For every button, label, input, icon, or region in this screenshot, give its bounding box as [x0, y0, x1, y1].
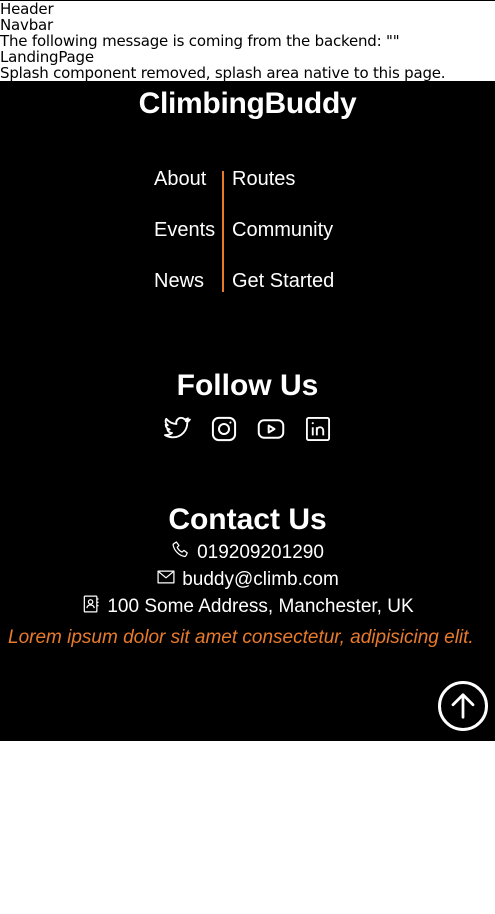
youtube-icon[interactable] — [257, 415, 285, 443]
street-address: 100 Some Address, Manchester, UK — [107, 596, 414, 617]
nav-link-about[interactable]: About — [154, 168, 206, 191]
navbar-placeholder: Navbar — [0, 16, 53, 34]
back-to-top-button[interactable] — [438, 681, 488, 731]
footer-tagline: Lorem ipsum dolor sit amet consectetur, … — [8, 627, 474, 648]
linkedin-icon[interactable] — [304, 415, 332, 443]
brand-logo-text[interactable]: ClimbingBuddy — [0, 87, 495, 121]
phone-number[interactable]: 019209201290 — [197, 542, 324, 563]
nav-link-routes[interactable]: Routes — [232, 168, 295, 191]
nav-divider — [222, 171, 224, 292]
nav-link-community[interactable]: Community — [232, 219, 333, 242]
nav-link-news[interactable]: News — [154, 270, 204, 293]
debug-placeholder-text: Header Navbar The following message is c… — [0, 0, 495, 81]
envelope-icon — [156, 567, 176, 587]
social-links — [0, 415, 495, 443]
contact-phone: 019209201290 — [0, 540, 495, 564]
site-footer: ClimbingBuddy About Events News Routes C… — [0, 81, 495, 741]
email-address[interactable]: buddy@climb.com — [182, 569, 339, 590]
follow-us-heading: Follow Us — [176, 369, 319, 402]
twitter-icon[interactable] — [163, 415, 191, 443]
nav-link-get-started[interactable]: Get Started — [232, 270, 334, 293]
arrow-up-circle-icon — [451, 693, 475, 719]
contact-address: 100 Some Address, Manchester, UK — [0, 594, 495, 618]
instagram-icon[interactable] — [210, 415, 238, 443]
contact-email: buddy@climb.com — [0, 567, 495, 591]
footer-nav: About Events News Routes Community Get S… — [154, 168, 354, 292]
address-book-icon — [81, 594, 101, 614]
phone-icon — [171, 540, 191, 560]
splash-note: Splash component removed, splash area na… — [0, 64, 446, 82]
backend-message: The following message is coming from the… — [0, 32, 400, 50]
contact-us-heading: Contact Us — [168, 503, 327, 536]
landing-page-label: LandingPage — [0, 48, 94, 66]
header-placeholder: Header — [0, 0, 54, 18]
nav-link-events[interactable]: Events — [154, 219, 215, 242]
